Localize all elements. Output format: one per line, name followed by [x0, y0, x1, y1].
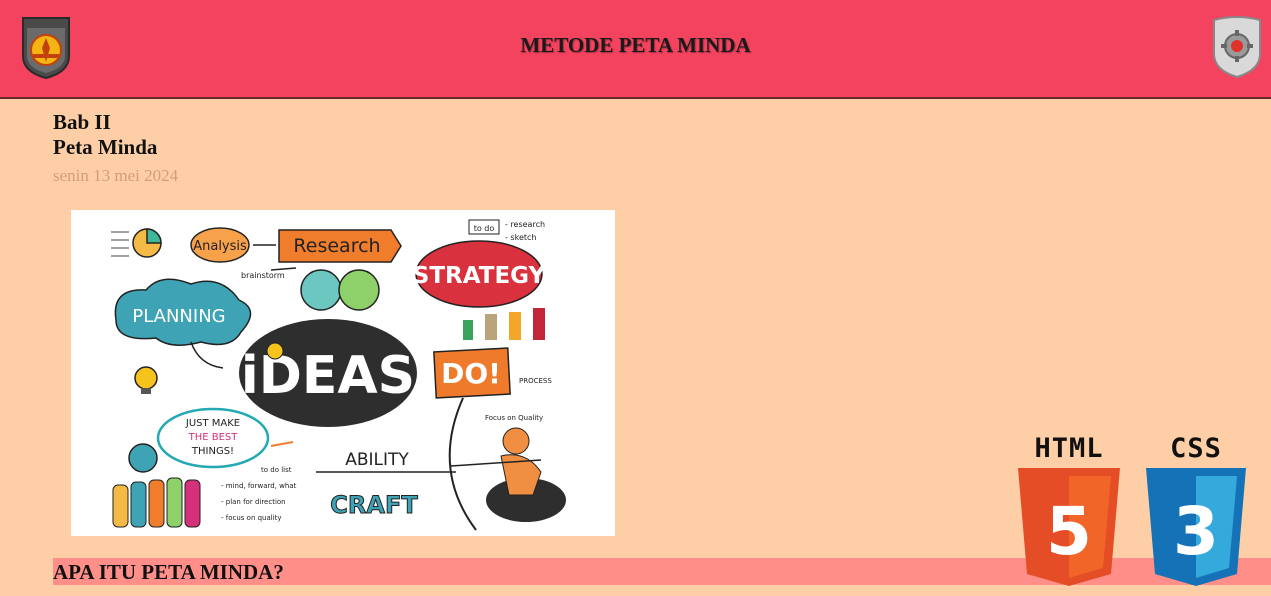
brainstorm-note: brainstorm — [241, 271, 285, 280]
analysis-label: Analysis — [193, 239, 247, 254]
do-box: DO! — [433, 347, 511, 399]
planning-cloud: PLANNING — [114, 278, 252, 346]
todo-note: to do — [474, 224, 495, 233]
to-do-list-note: to do list — [261, 466, 292, 474]
css3-shield-icon: 3 — [1146, 468, 1246, 586]
the-best-label: THE BEST — [188, 432, 239, 443]
craft-letters: CRAFT — [330, 491, 419, 520]
sketch-note: - sketch — [505, 233, 536, 242]
timeline-note-1: - mind, forward, what — [221, 482, 297, 490]
planning-label: PLANNING — [132, 306, 225, 327]
division-logo — [1211, 16, 1263, 79]
chapter-label: Bab II — [53, 110, 111, 134]
strategy-label: STRATEGY — [413, 263, 546, 289]
html-badge-label: HTML — [1034, 433, 1104, 464]
html5-badge: HTML 5 — [1016, 433, 1122, 586]
analysis-bubble: Analysis — [190, 227, 250, 263]
section-heading: APA ITU PETA MINDA? — [53, 560, 284, 584]
html-badge-number: 5 — [1046, 493, 1092, 570]
just-make-label: JUST MAKE — [185, 418, 240, 429]
css-badge-number: 3 — [1173, 493, 1219, 570]
ability-label: ABILITY — [345, 450, 409, 470]
lightbulb-icon — [134, 366, 158, 394]
timeline-note-2: - plan for direction — [221, 498, 286, 506]
ideas-label: iDEAS — [241, 346, 415, 406]
research-note: - research — [505, 220, 545, 229]
do-label: DO! — [441, 357, 501, 390]
timeline-note-3: - focus on quality — [221, 514, 282, 522]
research-tag: Research — [278, 229, 402, 263]
chapter-subtitle: Peta Minda — [53, 135, 158, 159]
strategy-bubble: STRATEGY — [413, 240, 546, 308]
page-header: METODE PETA MINDA — [0, 0, 1271, 99]
hands-doodle-icon — [112, 477, 201, 528]
css3-badge: CSS 3 — [1144, 433, 1248, 586]
research-label: Research — [293, 235, 380, 257]
focus-quality-note: Focus on Quality — [485, 414, 543, 422]
just-make-bubble: JUST MAKE THE BEST THINGS! — [156, 407, 270, 469]
pie-doodle-icon — [111, 228, 162, 258]
html5-shield-icon: 5 — [1018, 468, 1120, 586]
mind-map-illustration: Analysis Research to do - research - ske… — [71, 210, 615, 536]
css-badge-label: CSS — [1170, 433, 1222, 464]
process-note: PROCESS — [519, 377, 552, 385]
chess-pieces-icon — [463, 308, 545, 340]
things-label: THINGS! — [191, 446, 234, 457]
page-title: METODE PETA MINDA — [520, 33, 751, 57]
craft-label: CRAFT — [330, 491, 418, 519]
post-date: senin 13 mei 2024 — [53, 166, 179, 185]
ideas-bubble: iDEAS — [239, 319, 417, 427]
